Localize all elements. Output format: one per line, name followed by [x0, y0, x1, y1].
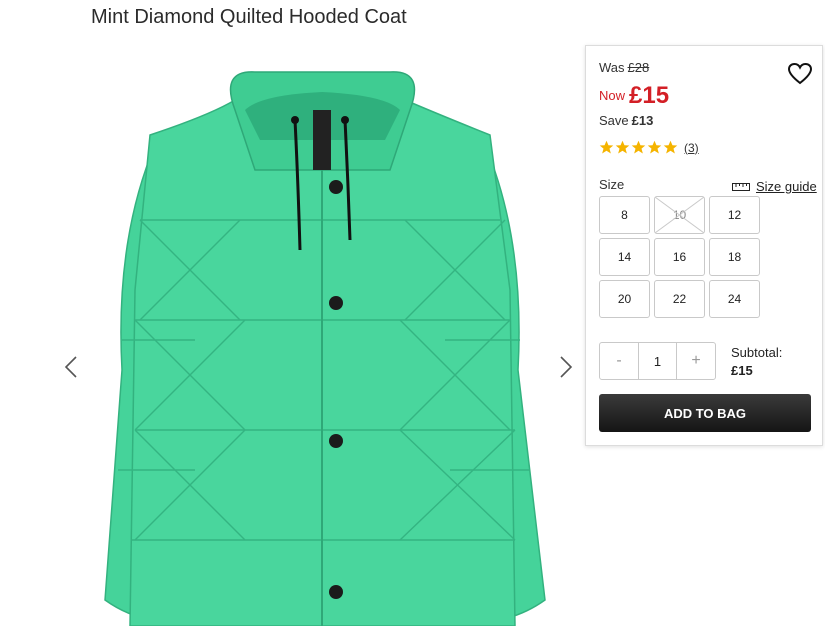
size-option[interactable]: 12	[709, 196, 760, 234]
now-label: Now	[599, 88, 626, 103]
product-image	[60, 40, 580, 627]
star-rating	[599, 140, 678, 155]
save-label: Save	[599, 113, 629, 128]
subtotal-value: £15	[731, 363, 753, 378]
save-amount: Save £13	[599, 113, 653, 128]
size-option[interactable]: 8	[599, 196, 650, 234]
now-value: £15	[629, 82, 670, 109]
size-option[interactable]: 14	[599, 238, 650, 276]
star-icon	[615, 140, 630, 154]
size-option-label: 12	[727, 208, 742, 222]
add-to-bag-button[interactable]: ADD TO BAG	[599, 394, 811, 432]
purchase-panel: Was £28 Now £15 Save £13 (3) Size Size guid…	[585, 45, 823, 446]
size-option-unavailable[interactable]: 10	[654, 196, 705, 234]
now-price: Now £15	[599, 82, 669, 110]
product-rating: (3)	[599, 140, 699, 155]
size-option-label: 24	[727, 292, 742, 306]
size-option-label: 14	[617, 250, 632, 264]
was-label: Was	[599, 60, 625, 75]
size-option-label: 8	[621, 208, 628, 222]
size-option-label: 16	[672, 250, 687, 264]
save-value: £13	[631, 113, 654, 128]
review-count-link[interactable]: (3)	[684, 141, 699, 155]
star-icon	[663, 140, 678, 154]
quantity-decrease-button[interactable]: -	[600, 343, 638, 379]
star-icon	[631, 140, 646, 154]
product-title: Mint Diamond Quilted Hooded Coat	[91, 6, 407, 28]
was-value: £28	[627, 60, 650, 75]
was-price: Was £28	[599, 60, 649, 75]
size-label: Size	[599, 177, 625, 192]
size-option[interactable]: 20	[599, 280, 650, 318]
size-options: 8 10 12 14 16 18 20 22 24	[599, 196, 760, 318]
quantity-stepper: - 1 +	[599, 342, 716, 380]
subtotal-label: Subtotal:	[731, 345, 783, 360]
size-option[interactable]: 16	[654, 238, 705, 276]
quantity-input[interactable]: 1	[638, 343, 677, 379]
quantity-increase-button[interactable]: +	[677, 343, 715, 379]
size-option[interactable]: 22	[654, 280, 705, 318]
size-option-label: 20	[617, 292, 632, 306]
size-guide-link[interactable]: Size guide	[732, 179, 817, 194]
size-option-label: 22	[672, 292, 687, 306]
wishlist-heart-icon[interactable]	[787, 62, 813, 86]
size-option[interactable]: 18	[709, 238, 760, 276]
star-icon	[647, 140, 662, 154]
star-icon	[599, 140, 614, 154]
ruler-icon	[732, 182, 750, 191]
size-option-label: 18	[727, 250, 742, 264]
size-option[interactable]: 24	[709, 280, 760, 318]
subtotal: Subtotal: £15	[731, 345, 782, 378]
unavailable-cross-icon	[655, 197, 704, 233]
size-guide-label: Size guide	[756, 179, 817, 194]
